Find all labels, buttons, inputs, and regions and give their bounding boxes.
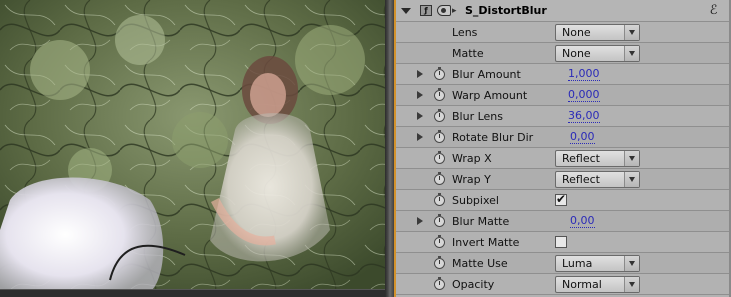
lens-dropdown[interactable]: None bbox=[555, 24, 640, 41]
param-row-matte: Matte None bbox=[396, 43, 731, 64]
param-label: Warp Amount bbox=[452, 89, 528, 102]
stopwatch-icon[interactable] bbox=[434, 214, 445, 227]
stopwatch-icon[interactable] bbox=[434, 235, 445, 248]
param-row-invert-matte: Invert Matte bbox=[396, 232, 731, 253]
stopwatch-icon[interactable] bbox=[434, 193, 445, 206]
stopwatch-icon[interactable] bbox=[434, 88, 445, 101]
dropdown-value: Luma bbox=[562, 257, 593, 270]
stopwatch-icon[interactable] bbox=[434, 256, 445, 269]
chevron-down-icon bbox=[624, 256, 639, 271]
param-label: Rotate Blur Dir bbox=[452, 131, 534, 144]
effect-collapse-twisty[interactable] bbox=[401, 8, 411, 14]
effect-header[interactable]: ƒ ▸ S_DistortBlur ℰ bbox=[396, 0, 731, 22]
param-row-lens: Lens None bbox=[396, 22, 731, 43]
param-row-matte-use: Matte Use Luma bbox=[396, 253, 731, 274]
dropdown-value: None bbox=[562, 47, 591, 60]
matte-dropdown[interactable]: None bbox=[555, 45, 640, 62]
opacity-dropdown[interactable]: Normal bbox=[555, 276, 640, 293]
param-twisty-icon[interactable] bbox=[417, 133, 423, 141]
param-label: Wrap X bbox=[452, 152, 492, 165]
param-row-blur-amount: Blur Amount 1,000 bbox=[396, 64, 731, 85]
param-row-opacity: Opacity Normal bbox=[396, 274, 731, 295]
effect-preview-icon bbox=[437, 5, 451, 16]
param-row-blur-matte: Blur Matte 0,00 bbox=[396, 211, 731, 232]
invert-matte-checkbox[interactable] bbox=[555, 236, 567, 248]
param-row-rotate-blur-dir: Rotate Blur Dir 0,00 bbox=[396, 127, 731, 148]
stopwatch-icon[interactable] bbox=[434, 172, 445, 185]
dropdown-value: Reflect bbox=[562, 152, 600, 165]
chevron-down-icon bbox=[624, 172, 639, 187]
param-twisty-icon[interactable] bbox=[417, 217, 423, 225]
param-label: Matte Use bbox=[452, 257, 508, 270]
dropdown-value: Normal bbox=[562, 278, 602, 291]
stopwatch-icon[interactable] bbox=[434, 67, 445, 80]
param-twisty-icon[interactable] bbox=[417, 70, 423, 78]
dropdown-value: Reflect bbox=[562, 173, 600, 186]
effect-arrow-icon: ▸ bbox=[452, 6, 457, 16]
viewer-bottom-strip bbox=[0, 289, 385, 297]
chevron-down-icon bbox=[624, 277, 639, 292]
chevron-down-icon bbox=[624, 25, 639, 40]
param-label: Matte bbox=[452, 47, 484, 60]
fx-toggle-icon[interactable]: ƒ bbox=[420, 5, 432, 16]
wrap-y-dropdown[interactable]: Reflect bbox=[555, 171, 640, 188]
viewer-image bbox=[0, 0, 385, 292]
subpixel-checkbox[interactable] bbox=[555, 192, 567, 206]
param-label: Lens bbox=[452, 26, 478, 39]
wrap-x-dropdown[interactable]: Reflect bbox=[555, 150, 640, 167]
blur-lens-value[interactable]: 36,00 bbox=[568, 110, 600, 123]
matte-use-dropdown[interactable]: Luma bbox=[555, 255, 640, 272]
param-row-wrap-y: Wrap Y Reflect bbox=[396, 169, 731, 190]
param-twisty-icon[interactable] bbox=[417, 112, 423, 120]
param-twisty-icon[interactable] bbox=[417, 91, 423, 99]
param-label: Opacity bbox=[452, 278, 495, 291]
blur-amount-value[interactable]: 1,000 bbox=[568, 68, 600, 81]
stopwatch-icon[interactable] bbox=[434, 109, 445, 122]
dropdown-value: None bbox=[562, 26, 591, 39]
effect-name: S_DistortBlur bbox=[465, 4, 547, 17]
parameter-list: Lens None Matte None Blur Amount 1,000 Warp Am… bbox=[396, 22, 731, 295]
blur-matte-value[interactable]: 0,00 bbox=[570, 215, 595, 228]
effect-controls-panel: ƒ ▸ S_DistortBlur ℰ Lens None Matte None Blu… bbox=[396, 0, 731, 297]
param-label: Blur Amount bbox=[452, 68, 521, 81]
param-label: Blur Lens bbox=[452, 110, 503, 123]
param-row-wrap-x: Wrap X Reflect bbox=[396, 148, 731, 169]
stopwatch-icon[interactable] bbox=[434, 277, 445, 290]
chevron-down-icon bbox=[624, 151, 639, 166]
param-label: Wrap Y bbox=[452, 173, 491, 186]
warp-amount-value[interactable]: 0,000 bbox=[568, 89, 600, 102]
stopwatch-icon[interactable] bbox=[434, 151, 445, 164]
param-label: Invert Matte bbox=[452, 236, 520, 249]
param-label: Subpixel bbox=[452, 194, 499, 207]
composition-viewer[interactable] bbox=[0, 0, 385, 292]
chevron-down-icon bbox=[624, 46, 639, 61]
swirl-settings-icon[interactable]: ℰ bbox=[707, 4, 720, 17]
stopwatch-icon[interactable] bbox=[434, 130, 445, 143]
param-row-subpixel: Subpixel bbox=[396, 190, 731, 211]
param-row-warp-amount: Warp Amount 0,000 bbox=[396, 85, 731, 106]
rotate-blur-dir-value[interactable]: 0,00 bbox=[570, 131, 595, 144]
param-row-blur-lens: Blur Lens 36,00 bbox=[396, 106, 731, 127]
param-label: Blur Matte bbox=[452, 215, 510, 228]
